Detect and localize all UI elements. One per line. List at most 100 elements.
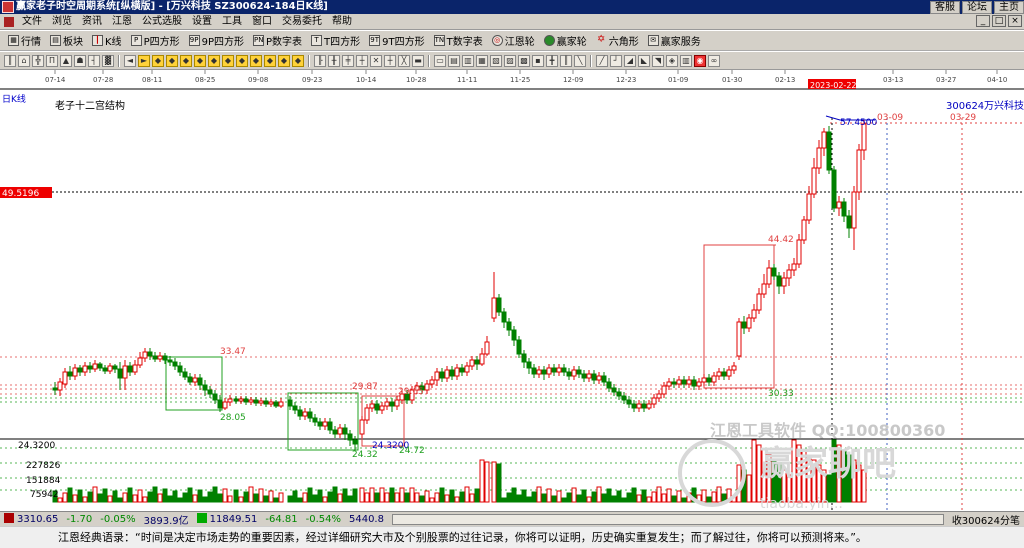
minimize-icon[interactable]: _ [976,15,990,27]
draw-tool-21-icon[interactable]: ◆ [292,54,304,67]
draw-tool-38-icon[interactable]: ╋ [546,54,558,67]
candle-body [162,355,168,361]
draw-tool-34-icon[interactable]: ▧ [490,54,502,67]
draw-tool-44-icon[interactable]: ◣ [638,54,650,67]
restore-icon[interactable]: □ [992,15,1006,27]
draw-tool-14-icon[interactable]: ◆ [194,54,206,67]
draw-tool-9-icon[interactable]: ◄ [124,54,136,67]
menu-window[interactable]: 窗口 [247,14,277,30]
level-label-44-42: 44.42 [768,235,794,245]
draw-tool-42-icon[interactable]: ┘ [610,54,622,67]
tool-hexagon[interactable]: ✡ 六角形 [592,33,644,49]
volume-bar [157,493,163,503]
candle-body [816,147,822,169]
draw-tool-49-icon[interactable]: ∞ [708,54,720,67]
draw-tool-46-icon[interactable]: ◈ [666,54,678,67]
draw-tool-2-icon[interactable]: ⌂ [18,54,30,67]
tool-t-square[interactable]: T T四方形 [307,33,365,48]
draw-tool-23-icon[interactable]: ╫ [328,54,340,67]
menu-file[interactable]: 文件 [17,14,47,30]
volume-bar [107,495,113,503]
candle-body [337,427,343,435]
draw-tool-33-icon[interactable]: ▦ [476,54,488,67]
tool-p-square[interactable]: P P四方形 [127,33,185,48]
draw-tool-4-icon[interactable]: Π [46,54,58,67]
tool-p-number[interactable]: PN P数字表 [249,33,307,48]
draw-tool-22-icon[interactable]: ╟ [314,54,326,67]
tool-9p-square[interactable]: 9P 9P四方形 [185,33,249,48]
draw-tool-24-icon[interactable]: ╪ [342,54,354,67]
draw-tool-19-icon[interactable]: ◆ [264,54,276,67]
volume-bar [541,493,547,503]
draw-tool-40-icon[interactable]: ╲ [574,54,586,67]
menu-browse[interactable]: 浏览 [47,14,77,30]
tool-winner-wheel[interactable]: 赢家轮 [540,33,592,48]
candlestick-chart[interactable]: 日K线 老子十二宫结构 300624 万兴科技 49.5196 24.3200 … [0,90,1024,510]
tool-t-number[interactable]: TN T数字表 [430,33,488,48]
draw-tool-35-icon[interactable]: ▨ [504,54,516,67]
draw-tool-41-icon[interactable]: ╱ [596,54,608,67]
tool-quotes[interactable]: ▦ 行情 [4,33,46,48]
draw-tool-3-icon[interactable]: ╬ [32,54,44,67]
tool-9t-square[interactable]: 9T 9T四方形 [365,33,429,48]
draw-tool-32-icon[interactable]: ▥ [462,54,474,67]
menu-settings[interactable]: 设置 [187,14,217,30]
volume-bar [666,488,672,503]
link-home[interactable]: 主页 [994,1,1024,14]
tick-detail-label[interactable]: 收300624分笔 [948,512,1024,527]
draw-tool-39-icon[interactable]: ║ [560,54,572,67]
candle-body [756,293,762,311]
close-icon[interactable]: × [1008,15,1022,27]
menu-tools[interactable]: 工具 [217,14,247,30]
mdi-window-controls: _ □ × [976,15,1022,27]
draw-tool-29-icon[interactable]: ▬ [412,54,424,67]
draw-tool-16-icon[interactable]: ◆ [222,54,234,67]
draw-tool-7-icon[interactable]: ┤ [88,54,100,67]
grid-icon: ▦ [8,35,19,46]
volume-bar [491,461,497,503]
draw-tool-15-icon[interactable]: ◆ [208,54,220,67]
draw-tool-25-icon[interactable]: ┼ [356,54,368,67]
draw-tool-5-icon[interactable]: ▲ [60,54,72,67]
draw-tool-10-icon[interactable]: ► [138,54,150,67]
draw-tool-28-icon[interactable]: ╳ [398,54,410,67]
menu-formula[interactable]: 公式选股 [137,14,187,30]
draw-tool-12-icon[interactable]: ◆ [166,54,178,67]
draw-tool-30-icon[interactable]: ▭ [434,54,446,67]
tool-service[interactable]: ✉ 赢家服务 [644,33,706,48]
draw-tool-6-icon[interactable]: ☗ [74,54,86,67]
draw-tool-26-icon[interactable]: ✕ [370,54,382,67]
draw-tool-11-icon[interactable]: ◆ [152,54,164,67]
draw-tool-13-icon[interactable]: ◆ [180,54,192,67]
chart-area[interactable]: 日K线 老子十二宫结构 300624 万兴科技 49.5196 24.3200 … [0,90,1024,510]
volume-bar [132,494,138,503]
tool-sectors[interactable]: ▤ 板块 [46,33,88,48]
menu-help[interactable]: 帮助 [327,14,357,30]
volume-bar [596,486,602,503]
menu-info[interactable]: 资讯 [77,14,107,30]
draw-tool-43-icon[interactable]: ◢ [624,54,636,67]
draw-tool-47-icon[interactable]: ▥ [680,54,692,67]
draw-tool-17-icon[interactable]: ◆ [236,54,248,67]
draw-tool-18-icon[interactable]: ◆ [250,54,262,67]
draw-tool-8-icon[interactable]: ▓ [102,54,114,67]
draw-tool-45-icon[interactable]: ◥ [652,54,664,67]
volume-bar [661,493,667,503]
menu-gann[interactable]: 江恩 [107,14,137,30]
tool-gann-wheel[interactable]: ◎ 江恩轮 [488,33,540,48]
draw-tool-37-icon[interactable]: ▪ [532,54,544,67]
status-scrollbar[interactable] [391,513,944,525]
draw-tool-27-icon[interactable]: ┼ [384,54,396,67]
link-forum[interactable]: 论坛 [962,1,992,14]
draw-tool-20-icon[interactable]: ◆ [278,54,290,67]
draw-tool-48-icon[interactable]: ◉ [694,54,706,67]
link-service[interactable]: 客服 [930,1,960,14]
tool-kline[interactable]: ┃ K线 [88,33,127,48]
draw-tool-31-icon[interactable]: ▤ [448,54,460,67]
title-links: 客服 论坛 主页 [930,0,1024,14]
draw-tool-1-icon[interactable]: ║ [4,54,16,67]
candle-body [182,371,188,378]
volume-bar [496,463,502,503]
draw-tool-36-icon[interactable]: ▩ [518,54,530,67]
menu-trade[interactable]: 交易委托 [277,14,327,30]
